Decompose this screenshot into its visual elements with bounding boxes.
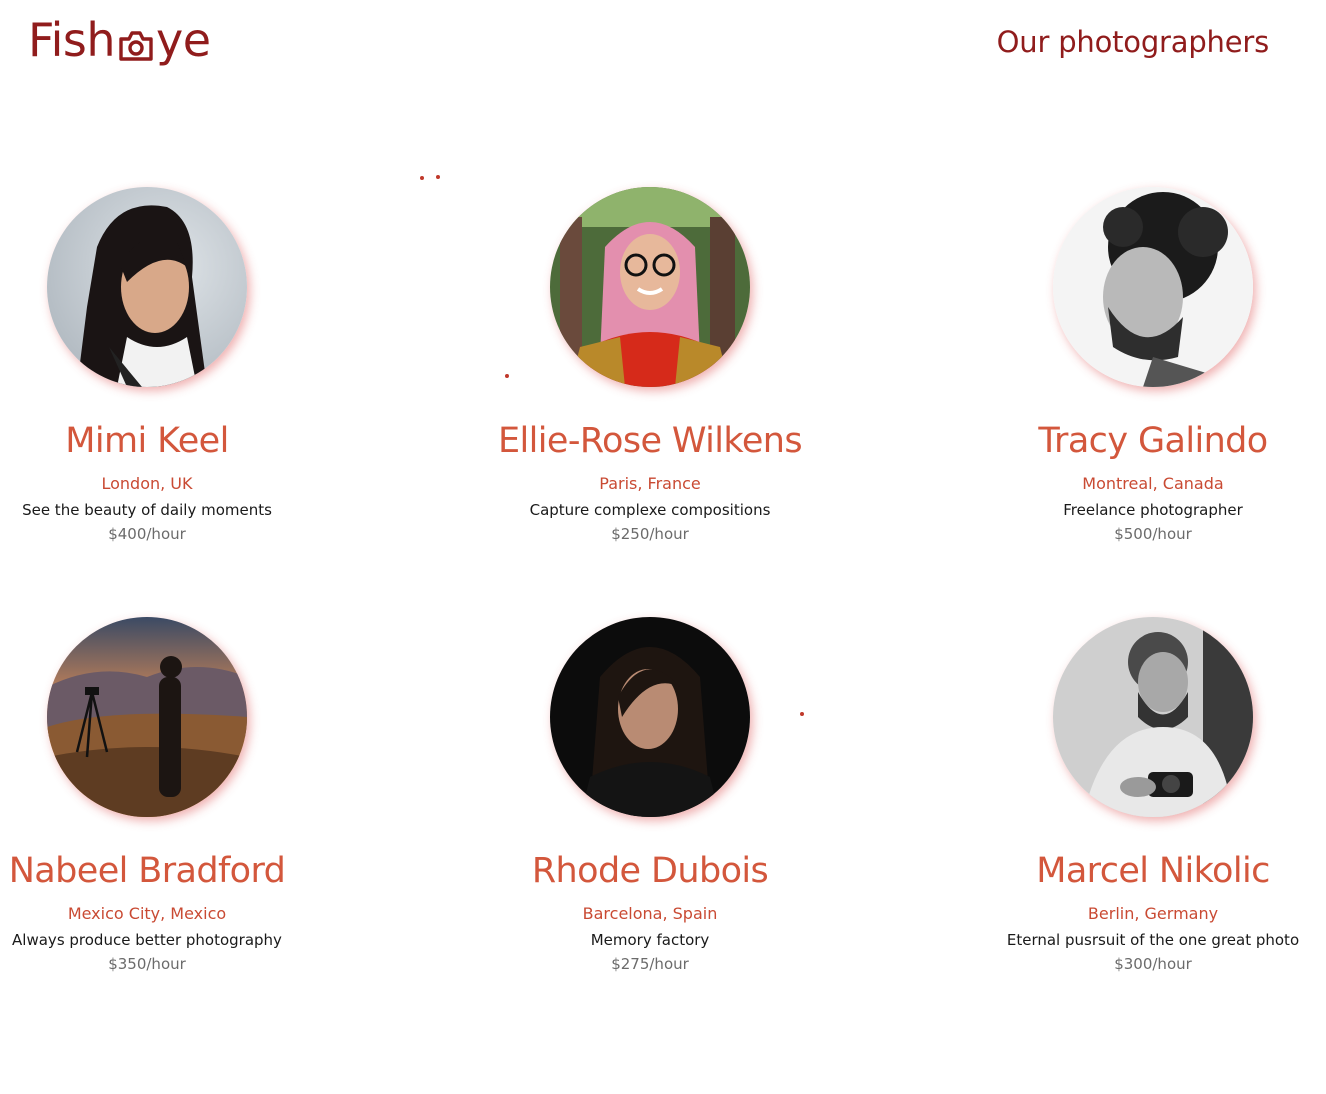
photographer-price: $275/hour [611,955,689,973]
photographer-tagline: Memory factory [590,931,710,949]
photographer-location: Berlin, Germany [1087,904,1219,923]
photographer-name: Mimi Keel [65,421,229,461]
photographer-card-tracy-galindo[interactable]: Tracy Galindo Montreal, Canada Freelance… [933,187,1326,545]
photographer-price: $350/hour [108,955,186,973]
photographer-name: Marcel Nikolic [1036,851,1270,891]
photographer-tagline: Always produce better photography [12,931,282,949]
portrait-photo [550,617,750,817]
camera-icon [117,21,155,61]
photographer-tagline: Freelance photographer [1063,501,1243,519]
portrait-photo [1053,617,1253,817]
photographer-location: Montreal, Canada [1082,474,1224,493]
photographer-card-rhode-dubois[interactable]: Rhode Dubois Barcelona, Spain Memory fac… [430,617,870,975]
photographer-location: Barcelona, Spain [582,904,718,923]
photographer-avatar[interactable] [1053,187,1253,387]
photographer-location: London, UK [101,474,193,493]
photographer-price: $400/hour [108,525,186,543]
photographer-card-nabeel-bradford[interactable]: Nabeel Bradford Mexico City, Mexico Alwa… [0,617,367,975]
photographer-price: $500/hour [1114,525,1192,543]
photographer-card-mimi-keel[interactable]: Mimi Keel London, UK See the beauty of d… [0,187,367,545]
fisheye-logo[interactable]: Fish ye [28,12,211,68]
page: Fish ye Our photographers Mimi Keel Lond… [0,0,1326,1094]
photographer-name: Tracy Galindo [1038,421,1268,461]
photographer-price: $300/hour [1114,955,1192,973]
photographer-card-marcel-nikolic[interactable]: Marcel Nikolic Berlin, Germany Eternal p… [933,617,1326,975]
photographer-tagline: Capture complexe compositions [529,501,771,519]
photographer-price: $250/hour [611,525,689,543]
photographer-avatar[interactable] [47,617,247,817]
photographer-location: Paris, France [599,474,701,493]
photographer-avatar[interactable] [1053,617,1253,817]
photographer-avatar[interactable] [550,617,750,817]
portrait-photo [47,617,247,817]
portrait-photo [47,187,247,387]
photographer-location: Mexico City, Mexico [67,904,227,923]
logo-text-right: ye [156,13,211,67]
decorative-dot [420,176,424,180]
photographer-tagline: See the beauty of daily moments [22,501,272,519]
photographer-name: Rhode Dubois [531,851,769,891]
page-title: Our photographers [996,25,1270,59]
decorative-dot [436,175,440,179]
portrait-photo [550,187,750,387]
photographer-name: Ellie-Rose Wilkens [498,421,803,461]
photographer-avatar[interactable] [550,187,750,387]
photographer-avatar[interactable] [47,187,247,387]
portrait-photo [1053,187,1253,387]
photographer-tagline: Eternal pusrsuit of the one great photo [1006,931,1300,949]
logo-text-left: Fish [28,13,116,67]
photographer-name: Nabeel Bradford [8,851,286,891]
photographer-card-ellie-rose-wilkens[interactable]: Ellie-Rose Wilkens Paris, France Capture… [430,187,870,545]
